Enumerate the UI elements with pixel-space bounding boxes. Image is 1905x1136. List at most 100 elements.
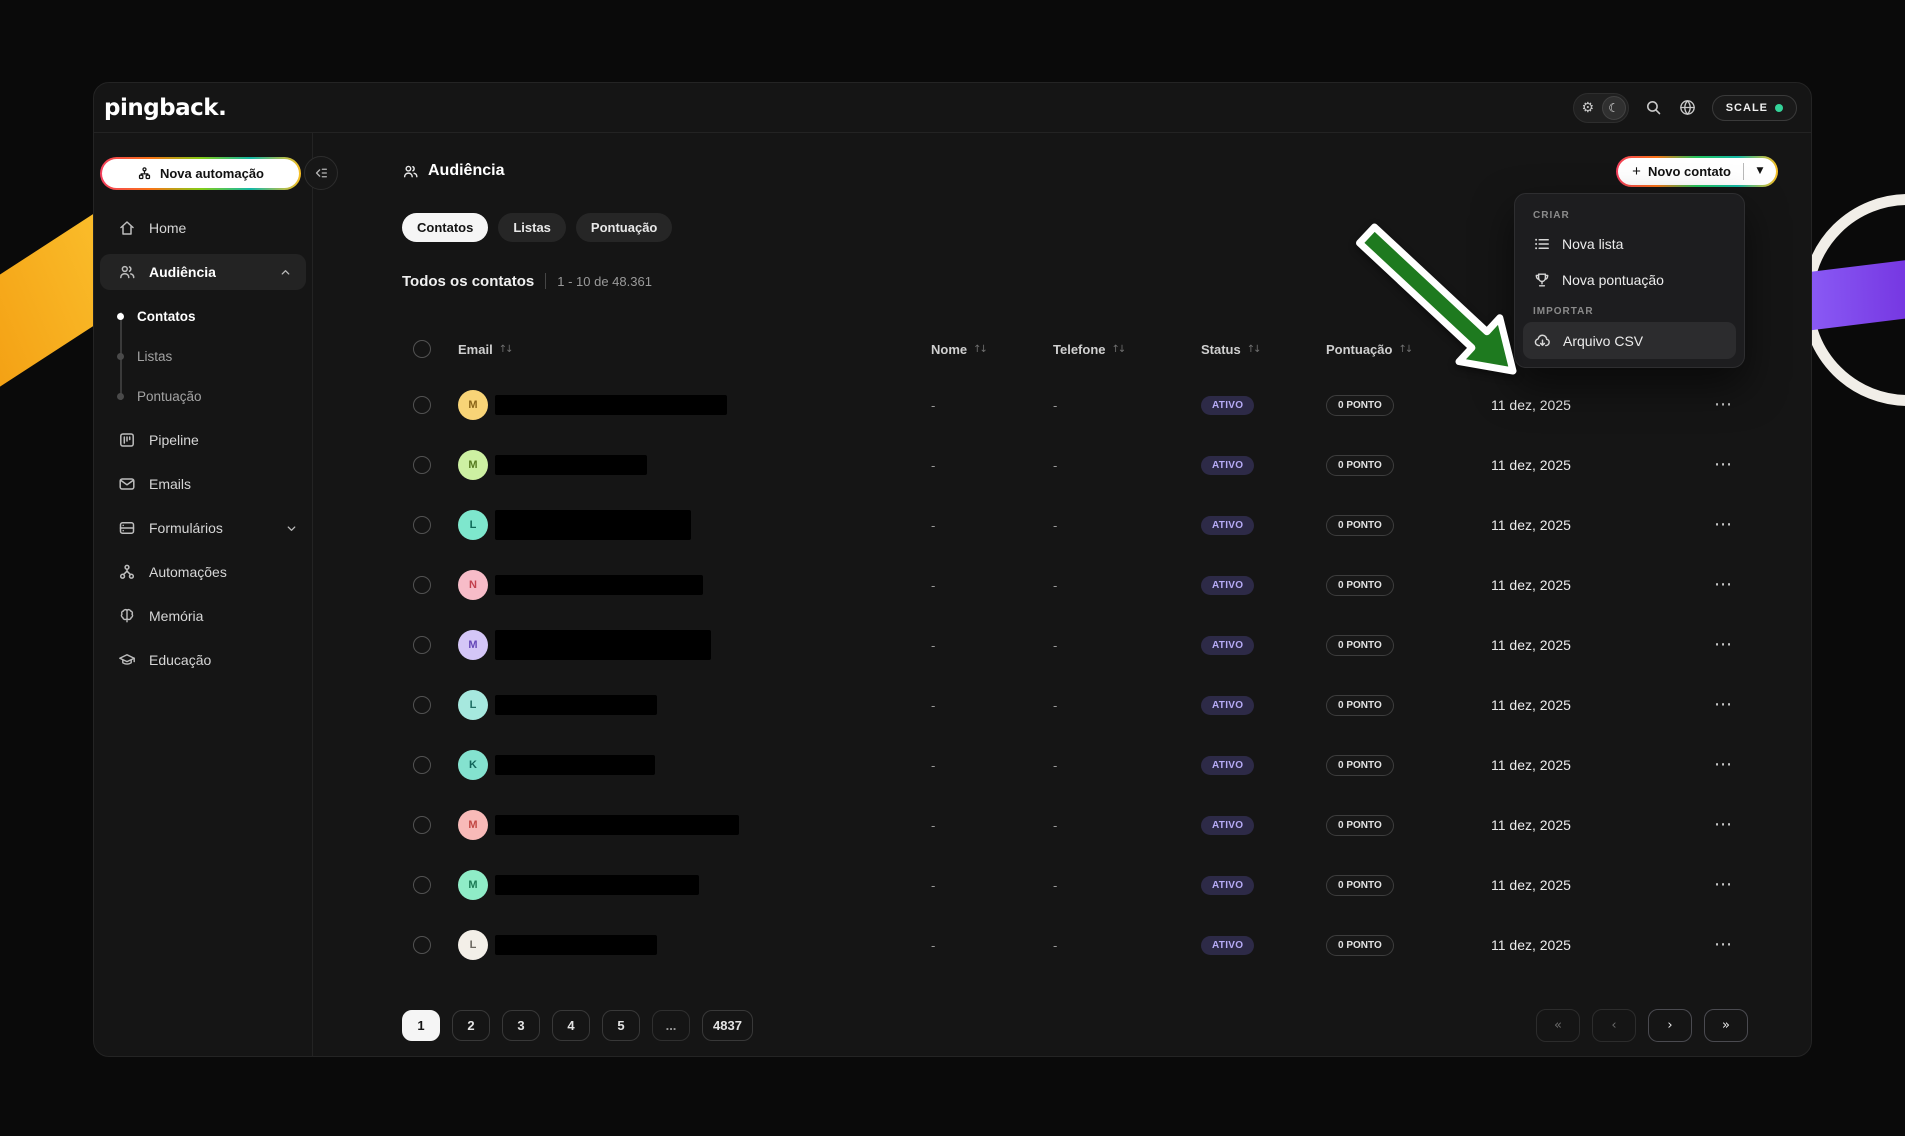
- page-button-4[interactable]: 4: [552, 1010, 590, 1041]
- column-nome[interactable]: Nome↑↓: [931, 342, 1053, 357]
- cell-nome: -: [931, 698, 1053, 713]
- cell-nome: -: [931, 818, 1053, 833]
- row-actions-button[interactable]: ⋯: [1714, 640, 1732, 650]
- column-status[interactable]: Status↑↓: [1201, 342, 1326, 357]
- last-page-button[interactable]: »: [1704, 1009, 1748, 1042]
- pingback-logo[interactable]: pingback.: [104, 95, 226, 121]
- first-page-button[interactable]: «: [1536, 1009, 1580, 1042]
- column-telefone[interactable]: Telefone↑↓: [1053, 342, 1201, 357]
- workflow-icon: [137, 166, 152, 181]
- row-checkbox[interactable]: [413, 516, 431, 534]
- tab-listas[interactable]: Listas: [498, 213, 566, 242]
- sidebar-item-listas[interactable]: Listas: [94, 336, 312, 376]
- row-checkbox[interactable]: [413, 876, 431, 894]
- sidebar-item-label: Educação: [149, 652, 211, 668]
- sidebar-item-emails[interactable]: Emails: [94, 462, 312, 506]
- row-actions-button[interactable]: ⋯: [1714, 760, 1732, 770]
- page-button-1[interactable]: 1: [402, 1010, 440, 1041]
- sort-icon[interactable]: ↑↓: [1247, 344, 1260, 355]
- menu-item-nova-pontuacao[interactable]: Nova pontuação: [1523, 262, 1736, 298]
- row-actions-button[interactable]: ⋯: [1714, 400, 1732, 410]
- cell-nome: -: [931, 458, 1053, 473]
- previous-page-button[interactable]: ‹: [1592, 1009, 1636, 1042]
- cell-date: 11 dez, 2025: [1491, 817, 1714, 833]
- menu-item-arquivo-csv[interactable]: Arquivo CSV: [1523, 322, 1736, 359]
- sort-icon[interactable]: ↑↓: [499, 344, 512, 355]
- tab-contatos[interactable]: Contatos: [402, 213, 488, 242]
- dark-mode-moon-icon[interactable]: ☾: [1602, 96, 1626, 120]
- row-actions-button[interactable]: ⋯: [1714, 940, 1732, 950]
- row-checkbox[interactable]: [413, 636, 431, 654]
- points-badge: 0 PONTO: [1326, 935, 1394, 956]
- row-actions-button[interactable]: ⋯: [1714, 520, 1732, 530]
- summary-divider: [545, 273, 546, 289]
- sidebar-item-memoria[interactable]: Memória: [94, 594, 312, 638]
- sidebar-item-formularios[interactable]: Formulários: [94, 506, 312, 550]
- contacts-table: Email↑↓ Nome↑↓ Telefone↑↓ Status↑↓ Pontu…: [402, 336, 1778, 975]
- sidebar-item-contatos[interactable]: Contatos: [94, 296, 312, 336]
- app-window: pingback. ⚙ ☾ SCALE Nova auto: [93, 82, 1812, 1057]
- globe-language-icon[interactable]: [1678, 98, 1697, 117]
- table-row: L - - ATIVO 0 PONTO 11 dez, 2025 ⋯: [402, 915, 1778, 975]
- next-page-button[interactable]: ›: [1648, 1009, 1692, 1042]
- bullet-dot: [117, 313, 124, 320]
- row-checkbox[interactable]: [413, 576, 431, 594]
- cell-telefone: -: [1053, 398, 1201, 413]
- status-badge: ATIVO: [1201, 396, 1254, 415]
- page-button-last[interactable]: 4837: [702, 1010, 753, 1041]
- row-actions-button[interactable]: ⋯: [1714, 820, 1732, 830]
- sidebar-item-audiencia[interactable]: Audiência: [100, 254, 306, 290]
- points-badge: 0 PONTO: [1326, 635, 1394, 656]
- status-badge: ATIVO: [1201, 576, 1254, 595]
- sidebar-item-educacao[interactable]: Educação: [94, 638, 312, 682]
- page-button-5[interactable]: 5: [602, 1010, 640, 1041]
- new-automation-button[interactable]: Nova automação: [100, 157, 301, 190]
- row-actions-button[interactable]: ⋯: [1714, 700, 1732, 710]
- new-contact-caret[interactable]: ▼: [1746, 166, 1774, 176]
- search-icon[interactable]: [1644, 98, 1663, 117]
- settings-gear-icon[interactable]: ⚙: [1576, 96, 1600, 120]
- column-email[interactable]: Email↑↓: [442, 342, 931, 357]
- row-checkbox[interactable]: [413, 696, 431, 714]
- scale-plan-badge[interactable]: SCALE: [1712, 95, 1797, 121]
- page-button-2[interactable]: 2: [452, 1010, 490, 1041]
- cell-telefone: -: [1053, 518, 1201, 533]
- cell-date: 11 dez, 2025: [1491, 937, 1714, 953]
- theme-toggle[interactable]: ⚙ ☾: [1573, 93, 1629, 123]
- sidebar-item-home[interactable]: Home: [94, 206, 312, 250]
- sidebar-item-label: Audiência: [149, 264, 266, 280]
- menu-item-nova-lista[interactable]: Nova lista: [1523, 226, 1736, 262]
- table-row: K - - ATIVO 0 PONTO 11 dez, 2025 ⋯: [402, 735, 1778, 795]
- cell-date: 11 dez, 2025: [1491, 457, 1714, 473]
- sidebar-item-pipeline[interactable]: Pipeline: [94, 418, 312, 462]
- status-badge: ATIVO: [1201, 816, 1254, 835]
- new-contact-button[interactable]: + Novo contato ▼: [1616, 156, 1778, 187]
- row-checkbox[interactable]: [413, 396, 431, 414]
- envelope-icon: [118, 475, 136, 493]
- row-checkbox[interactable]: [413, 816, 431, 834]
- bullet-dot: [117, 353, 124, 360]
- status-badge: ATIVO: [1201, 696, 1254, 715]
- cloud-download-icon: [1533, 331, 1552, 350]
- sidebar-item-label: Emails: [149, 476, 191, 492]
- page-button-3[interactable]: 3: [502, 1010, 540, 1041]
- row-checkbox[interactable]: [413, 456, 431, 474]
- avatar: M: [458, 390, 488, 420]
- row-actions-button[interactable]: ⋯: [1714, 460, 1732, 470]
- sidebar-item-automacoes[interactable]: Automações: [94, 550, 312, 594]
- cell-telefone: -: [1053, 458, 1201, 473]
- users-icon: [118, 263, 136, 281]
- select-all-checkbox[interactable]: [413, 340, 431, 358]
- sidebar-collapse-button[interactable]: [304, 156, 338, 190]
- row-checkbox[interactable]: [413, 936, 431, 954]
- cell-date: 11 dez, 2025: [1491, 877, 1714, 893]
- status-badge: ATIVO: [1201, 756, 1254, 775]
- row-checkbox[interactable]: [413, 756, 431, 774]
- row-actions-button[interactable]: ⋯: [1714, 880, 1732, 890]
- sort-icon[interactable]: ↑↓: [1112, 344, 1125, 355]
- redacted-email: [495, 630, 711, 660]
- sort-icon[interactable]: ↑↓: [973, 344, 986, 355]
- tab-pontuacao[interactable]: Pontuação: [576, 213, 672, 242]
- row-actions-button[interactable]: ⋯: [1714, 580, 1732, 590]
- sidebar-item-pontuacao[interactable]: Pontuação: [94, 376, 312, 416]
